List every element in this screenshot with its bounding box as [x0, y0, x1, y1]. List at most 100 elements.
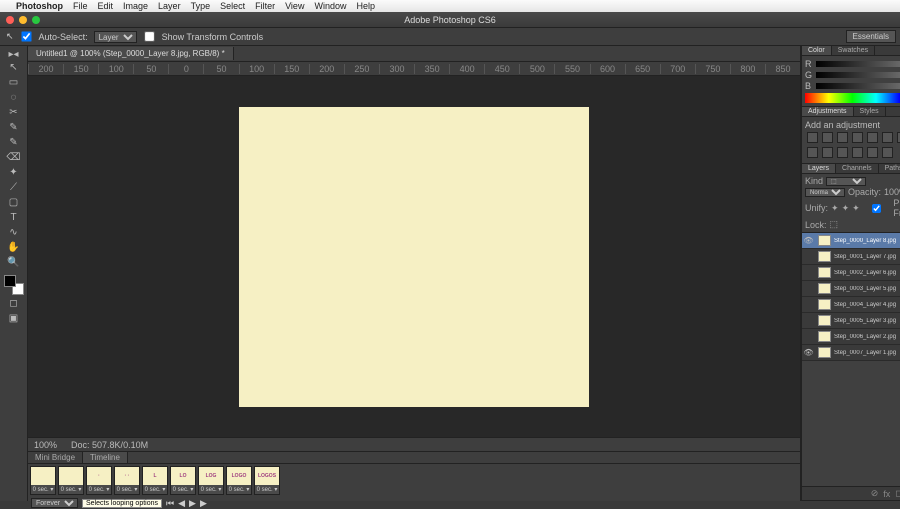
layer-thumbnail[interactable]	[818, 235, 831, 246]
adj-icon[interactable]	[882, 132, 893, 143]
loop-dropdown[interactable]: Forever	[31, 498, 78, 508]
workspace-switcher[interactable]: Essentials	[846, 30, 896, 43]
adj-icon[interactable]	[822, 147, 833, 158]
layer-thumbnail[interactable]	[818, 283, 831, 294]
menu-app[interactable]: Photoshop	[16, 1, 63, 11]
layer-row[interactable]: Step_0002_Layer 6.jpg	[802, 265, 900, 281]
crop-tool[interactable]: ✂	[5, 105, 23, 119]
menu-image[interactable]: Image	[123, 1, 148, 11]
layer-name[interactable]: Step_0001_Layer 7.jpg	[834, 254, 896, 260]
tab-mini-bridge[interactable]: Mini Bridge	[28, 452, 83, 463]
path-tool[interactable]: ∿	[5, 225, 23, 239]
layer-name[interactable]: Step_0004_Layer 4.jpg	[834, 302, 896, 308]
unify-visibility-icon[interactable]: ✦	[842, 203, 850, 214]
layer-fx-icon[interactable]: fx	[883, 489, 890, 499]
eyedropper-tool[interactable]: ✎	[5, 120, 23, 134]
auto-select-target[interactable]: Layer	[94, 31, 137, 43]
doc-info[interactable]: Doc: 507.8K/0.10M	[71, 440, 148, 450]
adj-icon[interactable]	[867, 132, 878, 143]
frame-duration[interactable]: 0 sec. ▾	[257, 485, 278, 494]
frame-duration[interactable]: 0 sec. ▾	[229, 485, 250, 494]
color-slider[interactable]	[816, 61, 900, 67]
color-slider[interactable]	[816, 83, 900, 89]
layer-mask-icon[interactable]: ◻	[895, 488, 900, 499]
timeline-frame[interactable]: L0 sec. ▾	[142, 466, 168, 495]
menu-edit[interactable]: Edit	[98, 1, 114, 11]
blend-mode-dropdown[interactable]: Normal	[805, 188, 845, 197]
layer-name[interactable]: Step_0003_Layer 5.jpg	[834, 286, 896, 292]
minimize-icon[interactable]	[19, 16, 27, 24]
canvas[interactable]	[239, 107, 589, 407]
tab-color[interactable]: Color	[802, 46, 832, 55]
brush-tool[interactable]: ✎	[5, 135, 23, 149]
foreground-color-swatch[interactable]	[4, 275, 16, 287]
zoom-icon[interactable]	[32, 16, 40, 24]
adj-icon[interactable]	[822, 132, 833, 143]
layer-row[interactable]: Step_0003_Layer 5.jpg	[802, 281, 900, 297]
frame-duration[interactable]: 0 sec. ▾	[61, 485, 82, 494]
unify-position-icon[interactable]: ✦	[831, 203, 839, 214]
type-tool[interactable]: T	[5, 210, 23, 224]
document-tab[interactable]: Untitled1 @ 100% (Step_0000_Layer 8.jpg,…	[28, 47, 234, 60]
layer-row[interactable]: Step_0001_Layer 7.jpg	[802, 249, 900, 265]
timeline-frame[interactable]: LOGOS0 sec. ▾	[254, 466, 280, 495]
pen-tool[interactable]: ⟋	[5, 180, 23, 194]
quick-mask-icon[interactable]: ◻	[5, 296, 23, 310]
screen-mode-toggle[interactable]: ▣	[5, 311, 23, 325]
marquee-tool[interactable]: ▭	[5, 75, 23, 89]
adj-icon[interactable]	[837, 132, 848, 143]
lasso-tool[interactable]: ◌	[5, 90, 23, 104]
unify-style-icon[interactable]: ✦	[852, 203, 860, 214]
tab-channels[interactable]: Channels	[836, 164, 879, 173]
timeline-frame[interactable]: LO0 sec. ▾	[170, 466, 196, 495]
layer-name[interactable]: Step_0007_Layer 1.jpg	[834, 350, 896, 356]
layer-name[interactable]: Step_0002_Layer 6.jpg	[834, 270, 896, 276]
layer-row[interactable]: Step_0004_Layer 4.jpg	[802, 297, 900, 313]
layer-row[interactable]: Step_0005_Layer 3.jpg	[802, 313, 900, 329]
play-icon[interactable]: ▶	[189, 498, 196, 509]
adj-icon[interactable]	[852, 132, 863, 143]
eraser-tool[interactable]: ⌫	[5, 150, 23, 164]
menu-window[interactable]: Window	[314, 1, 346, 11]
layer-thumbnail[interactable]	[818, 251, 831, 262]
menu-view[interactable]: View	[285, 1, 304, 11]
layer-thumbnail[interactable]	[818, 331, 831, 342]
opacity-value[interactable]: 100%	[884, 187, 900, 197]
adj-icon[interactable]	[807, 132, 818, 143]
layer-thumbnail[interactable]	[818, 315, 831, 326]
adj-icon[interactable]	[807, 147, 818, 158]
color-slider[interactable]	[816, 72, 900, 78]
gradient-tool[interactable]: ✦	[5, 165, 23, 179]
next-frame-icon[interactable]: ▶	[200, 498, 207, 509]
tab-paths[interactable]: Paths	[879, 164, 900, 173]
move-tool[interactable]: ↖	[5, 60, 23, 74]
first-frame-icon[interactable]: ⏮	[166, 498, 174, 509]
layer-filter-dropdown[interactable]: ⬚	[826, 177, 866, 186]
tab-adjustments[interactable]: Adjustments	[802, 107, 854, 116]
menu-layer[interactable]: Layer	[158, 1, 181, 11]
layer-name[interactable]: Step_0000_Layer 8.jpg	[834, 238, 896, 244]
layer-row[interactable]: 👁 Step_0000_Layer 8.jpg	[802, 233, 900, 249]
show-transform-checkbox[interactable]	[144, 31, 154, 41]
visibility-icon[interactable]: 👁	[802, 236, 815, 245]
layer-name[interactable]: Step_0006_Layer 2.jpg	[834, 334, 896, 340]
prev-frame-icon[interactable]: ◀	[178, 498, 185, 509]
adj-icon[interactable]	[852, 147, 863, 158]
menu-file[interactable]: File	[73, 1, 88, 11]
adj-icon[interactable]	[882, 147, 893, 158]
menu-type[interactable]: Type	[191, 1, 211, 11]
frame-duration[interactable]: 0 sec. ▾	[117, 485, 138, 494]
propagate-checkbox[interactable]	[863, 204, 891, 213]
timeline-frame[interactable]: LOGO0 sec. ▾	[226, 466, 252, 495]
screen-mode-icon[interactable]: ▸◂	[2, 49, 26, 59]
timeline-frame[interactable]: 0 sec. ▾	[30, 466, 56, 495]
layer-thumbnail[interactable]	[818, 347, 831, 358]
timeline-frame[interactable]: LOG0 sec. ▾	[198, 466, 224, 495]
tab-swatches[interactable]: Swatches	[832, 46, 875, 55]
zoom-tool[interactable]: 🔍	[5, 255, 23, 269]
adj-icon[interactable]	[867, 147, 878, 158]
frame-duration[interactable]: 0 sec. ▾	[89, 485, 110, 494]
canvas-viewport[interactable]	[28, 76, 800, 437]
adj-icon[interactable]	[837, 147, 848, 158]
timeline-frame[interactable]: ·0 sec. ▾	[86, 466, 112, 495]
